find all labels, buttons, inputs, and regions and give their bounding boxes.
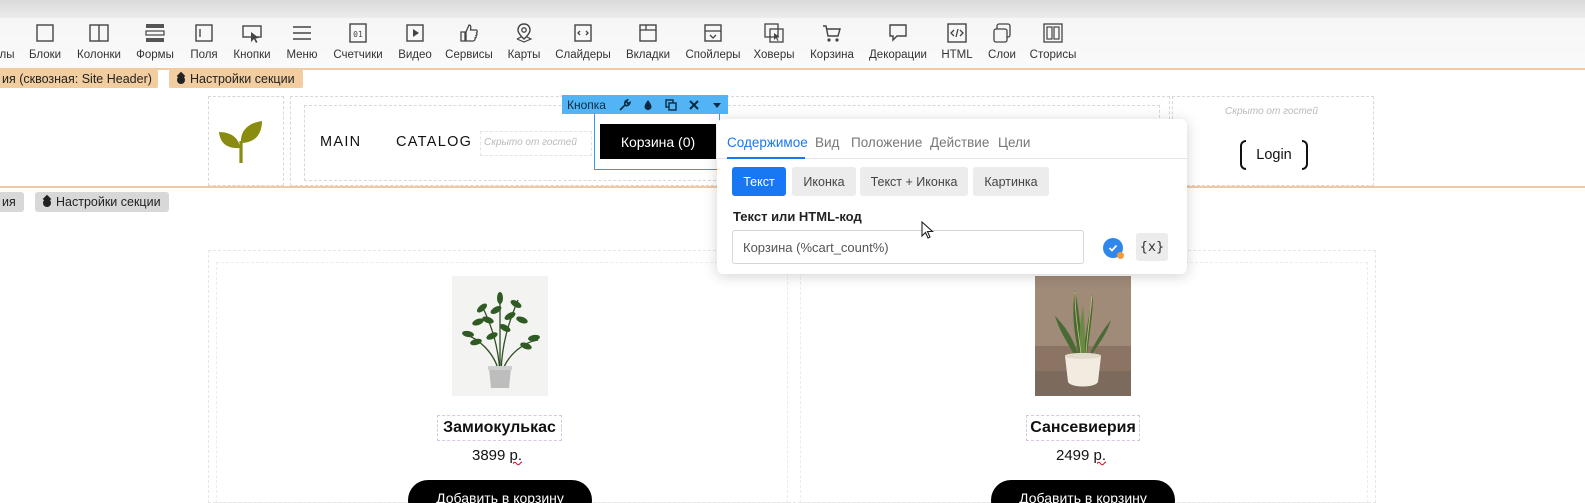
tab-action[interactable]: Действие [930, 135, 989, 150]
login-bracket-right [1302, 140, 1308, 170]
toolbar-item-hovers[interactable]: Ховеры [751, 22, 797, 64]
product-price: 3899 р. [472, 447, 523, 464]
buttons-icon [241, 22, 263, 44]
hidden-element-frame [480, 131, 592, 156]
tabs-icon [637, 22, 659, 44]
mode-text-icon-button[interactable]: Текст + Иконка [860, 167, 968, 196]
login-bracket-left [1240, 140, 1246, 170]
services-icon [458, 22, 480, 44]
text-html-input[interactable] [732, 230, 1084, 264]
chevron-down-icon[interactable] [705, 95, 728, 114]
login-button[interactable]: Login [1240, 140, 1308, 170]
columns-icon [88, 22, 110, 44]
toolbar-item-menu[interactable]: Меню [283, 22, 321, 64]
stories-icon [1042, 22, 1064, 44]
toolbar-item-cover[interactable]: лы [0, 22, 22, 64]
toolbar-item-html[interactable]: HTML [938, 22, 976, 64]
forms-icon [144, 22, 166, 44]
drop-icon[interactable] [637, 95, 660, 114]
check-icon[interactable] [1103, 238, 1124, 259]
close-icon[interactable] [682, 95, 705, 114]
popup-tabs: Содержимое Вид Положение Действие Цели [717, 131, 1187, 159]
blocks-icon [34, 22, 56, 44]
plant-logo-icon [219, 121, 262, 163]
toolbar-item-video[interactable]: Видео [395, 22, 435, 64]
toolbar-item-cart[interactable]: Корзина [806, 22, 858, 64]
toolbar-item-fields[interactable]: Поля [186, 22, 222, 64]
add-to-cart-button[interactable]: Добавить в корзину [991, 480, 1175, 503]
tab-position[interactable]: Положение [851, 135, 922, 150]
nav-link-main[interactable]: MAIN [320, 134, 361, 150]
toolbar-item-buttons[interactable]: Кнопки [230, 22, 274, 64]
toolbar-item-decorations[interactable]: Декорации [866, 22, 930, 64]
top-strip [0, 0, 1585, 18]
hidden-from-guests-note-2: Скрыто от гостей [1225, 106, 1318, 117]
cover-icon [0, 22, 18, 44]
layers-icon [991, 22, 1013, 44]
selection-label: Кнопка [567, 97, 606, 112]
toolbar-item-stories[interactable]: Сторисы [1028, 22, 1078, 64]
section-settings-header[interactable]: Настройки секции [169, 69, 303, 89]
cart-icon [821, 22, 843, 44]
counters-icon: 01 [347, 22, 369, 44]
toolbar-item-counters[interactable]: 01 Счетчики [330, 22, 386, 64]
wrench-icon[interactable] [614, 95, 637, 114]
drop-icon [177, 74, 185, 84]
mode-image-button[interactable]: Картинка [973, 167, 1049, 196]
toolbar-item-maps[interactable]: Карты [504, 22, 544, 64]
maps-icon [513, 22, 535, 44]
toolbar-item-tabs[interactable]: Вкладки [622, 22, 674, 64]
product-name: Сансевиерия [1026, 415, 1140, 441]
button-settings-popup: Содержимое Вид Положение Действие Цели Т… [717, 119, 1187, 274]
toolbar-item-layers[interactable]: Слои [984, 22, 1020, 64]
editor-root: лы Блоки Колонки Формы Поля Кнопки Меню [0, 0, 1585, 503]
spoilers-icon [702, 22, 724, 44]
sliders-icon [572, 22, 594, 44]
section-settings-catalog[interactable]: Настройки секции [35, 192, 169, 212]
add-to-cart-button[interactable]: Добавить в корзину [408, 480, 592, 503]
element-toolbar: лы Блоки Колонки Формы Поля Кнопки Меню [0, 0, 1585, 70]
svg-text:01: 01 [353, 30, 363, 39]
drop-icon [43, 197, 51, 207]
text-html-label: Текст или HTML-код [733, 209, 862, 224]
mode-icon-button[interactable]: Иконка [792, 167, 856, 196]
menu-icon [291, 22, 313, 44]
video-icon [404, 22, 426, 44]
mode-text-button[interactable]: Текст [732, 167, 786, 196]
product-image-zamioculcas [452, 276, 548, 396]
product-image-sansevieria [1035, 276, 1131, 396]
product-name: Замиокулькас [437, 415, 562, 441]
active-tab-underline [727, 157, 805, 159]
product-price: 2499 р. [1056, 447, 1107, 464]
hovers-icon [763, 22, 785, 44]
insert-variable-button[interactable]: {x} [1136, 233, 1168, 261]
mouse-cursor-icon [921, 221, 934, 239]
tab-content[interactable]: Содержимое [727, 135, 808, 150]
toolbar-item-services[interactable]: Сервисы [443, 22, 495, 64]
copy-icon[interactable] [659, 95, 682, 114]
toolbar-item-columns[interactable]: Колонки [74, 22, 124, 64]
tab-goals[interactable]: Цели [998, 135, 1030, 150]
tab-view[interactable]: Вид [815, 135, 839, 150]
selection-toolbar: Кнопка [562, 95, 728, 114]
section-label-header[interactable]: ия (сквозная: Site Header) [0, 69, 158, 89]
nav-link-catalog[interactable]: CATALOG [396, 134, 472, 150]
toolbar-item-spoilers[interactable]: Спойлеры [683, 22, 743, 64]
section-label-catalog[interactable]: ия [0, 192, 24, 212]
html-icon [946, 22, 968, 44]
toolbar-item-blocks[interactable]: Блоки [24, 22, 66, 64]
toolbar-item-sliders[interactable]: Слайдеры [554, 22, 612, 64]
fields-icon [193, 22, 215, 44]
selection-frame [594, 113, 720, 170]
decorations-icon [887, 22, 909, 44]
toolbar-item-forms[interactable]: Формы [133, 22, 177, 64]
